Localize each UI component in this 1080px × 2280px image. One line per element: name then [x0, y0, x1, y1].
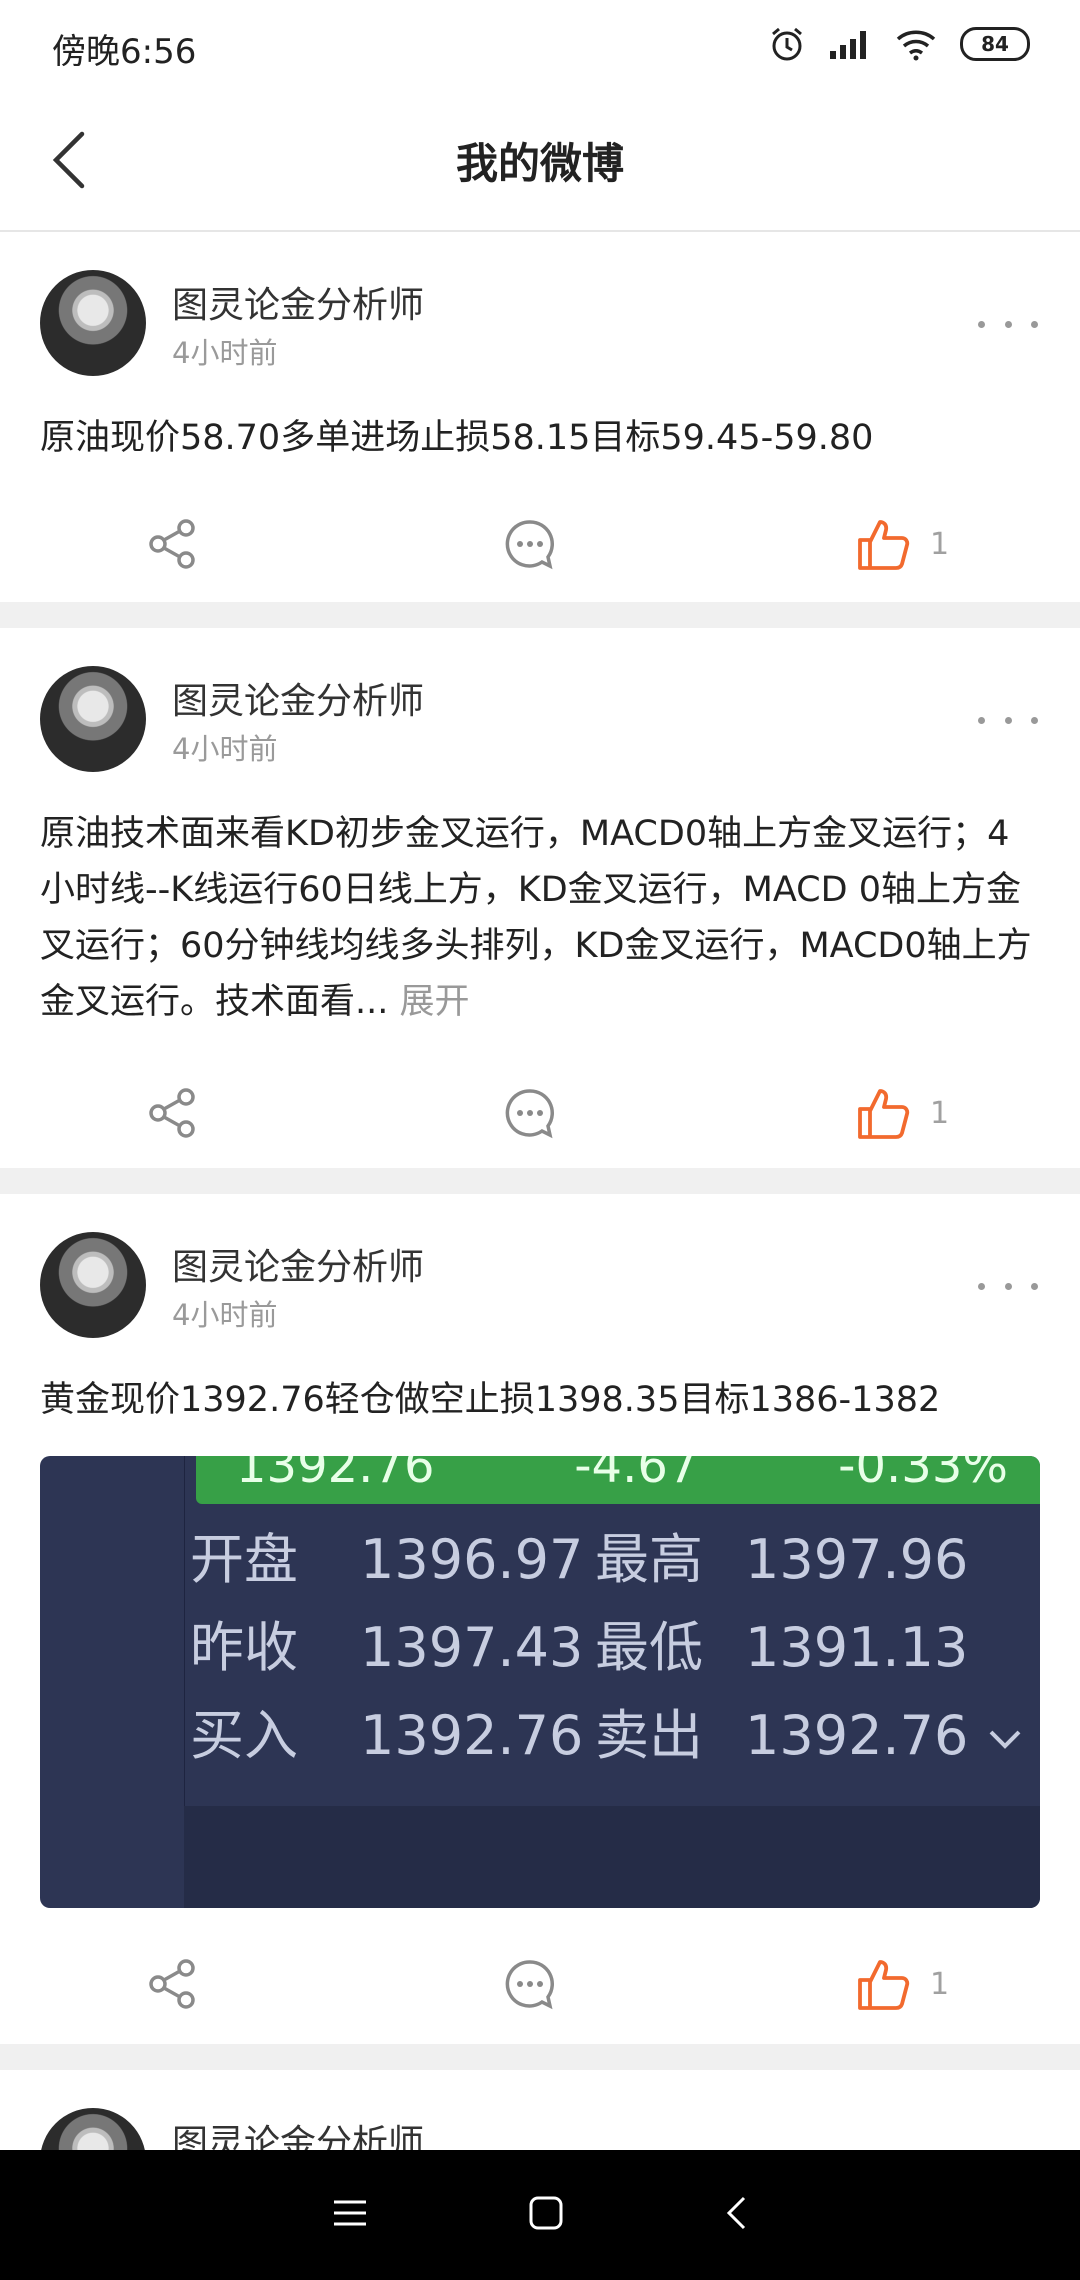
quote-row: 昨收 1397.43 最低 1391.13	[190, 1616, 969, 1679]
post-card: 图灵论金分析师 4小时前 黄金现价1392.76轻仓做空止损1398.35目标1…	[0, 1194, 1080, 2044]
thumbs-up-icon	[858, 1089, 910, 1139]
quote-table: 开盘 1396.97 最高 1397.96 昨收 1397.43 最低 1391.13 买入…	[190, 1516, 1025, 1780]
home-square-icon	[529, 2196, 563, 2230]
post-card: 图灵论金分析师 4小时前 原油技术面来看KD初步金叉运行，MACD0轴上方金叉运…	[0, 628, 1080, 1168]
author-name[interactable]: 图灵论金分析师	[172, 2114, 424, 2150]
quote-row: 买入 1392.76 卖出 1392.76	[190, 1692, 1025, 1780]
like-count: 1	[930, 526, 950, 562]
home-button[interactable]	[528, 2195, 564, 2235]
alarm-icon	[772, 27, 802, 61]
share-icon	[149, 1959, 195, 2009]
post-time: 4小时前	[172, 1298, 278, 1332]
like-count: 1	[930, 1095, 950, 1131]
share-button[interactable]	[146, 1934, 198, 2034]
more-options-button[interactable]	[978, 1276, 1038, 1296]
post-text[interactable]: 原油技术面来看KD初步金叉运行，MACD0轴上方金叉运行；4小时线--K线运行6…	[40, 806, 1040, 1030]
action-bar: 1	[0, 1063, 1080, 1163]
post-image[interactable]: 1392.76 -4.67 -0.33% 开盘 1396.97 最高 1397.96 …	[40, 1456, 1040, 1908]
more-options-button[interactable]	[978, 710, 1038, 730]
avatar[interactable]	[40, 270, 146, 376]
system-back-button[interactable]	[724, 2195, 748, 2235]
menu-button[interactable]	[332, 2198, 368, 2232]
image-footer	[184, 1806, 1040, 1908]
change-value: -4.67	[574, 1456, 699, 1494]
post-text[interactable]: 黄金现价1392.76轻仓做空止损1398.35目标1386-1382	[40, 1372, 1040, 1428]
share-icon	[149, 519, 195, 569]
like-button[interactable]: 1	[856, 1063, 949, 1163]
quote-row: 开盘 1396.97 最高 1397.96	[190, 1528, 969, 1591]
post-time: 4小时前	[172, 732, 278, 766]
share-button[interactable]	[146, 494, 198, 594]
weibo-feed[interactable]: 图灵论金分析师 4小时前 原油现价58.70多单进场止损58.15目标59.45…	[0, 232, 1080, 2150]
status-bar: 傍晚6:56 84	[0, 0, 1080, 90]
status-time: 傍晚6:56	[52, 32, 197, 72]
post-text-body: 原油技术面来看KD初步金叉运行，MACD0轴上方金叉运行；4小时线--K线运行6…	[40, 814, 1032, 1022]
author-name[interactable]: 图灵论金分析师	[172, 672, 424, 724]
avatar[interactable]	[40, 2108, 146, 2150]
page-title: 我的微博	[455, 139, 624, 188]
share-icon	[149, 1088, 195, 1138]
more-options-button[interactable]	[978, 314, 1038, 334]
system-nav-bar	[0, 2150, 1080, 2280]
change-percent: -0.33%	[838, 1456, 1008, 1494]
share-button[interactable]	[146, 1063, 198, 1163]
like-button[interactable]: 1	[856, 494, 949, 594]
like-count: 1	[930, 1966, 950, 2002]
battery-indicator: 84	[960, 27, 1030, 61]
like-button[interactable]: 1	[856, 1934, 949, 2034]
author-name[interactable]: 图灵论金分析师	[172, 1238, 424, 1290]
comment-button[interactable]	[504, 1063, 556, 1163]
comment-icon	[505, 1960, 554, 2010]
signal-icon	[830, 31, 866, 59]
comment-icon	[505, 1089, 554, 1139]
chevron-down-icon	[990, 1730, 1021, 1750]
thumbs-up-icon	[858, 1960, 910, 2010]
action-bar: 1	[0, 1934, 1080, 2034]
action-bar: 1	[0, 494, 1080, 594]
comment-button[interactable]	[504, 494, 556, 594]
post-text[interactable]: 原油现价58.70多单进场止损58.15目标59.45-59.80	[40, 410, 1040, 466]
thumbs-up-icon	[858, 520, 910, 570]
current-price: 1392.76	[236, 1456, 435, 1494]
post-time: 4小时前	[172, 336, 278, 370]
avatar[interactable]	[40, 1232, 146, 1338]
price-change-banner: 1392.76 -4.67 -0.33%	[196, 1456, 1040, 1504]
status-icons: 84	[768, 22, 1030, 66]
wifi-icon	[896, 30, 936, 61]
chevron-left-icon	[726, 2196, 746, 2230]
post-card: 图灵论金分析师	[0, 2070, 1080, 2150]
comment-button[interactable]	[504, 1934, 556, 2034]
post-card: 图灵论金分析师 4小时前 原油现价58.70多单进场止损58.15目标59.45…	[0, 232, 1080, 602]
app-bar: 我的微博	[0, 90, 1080, 232]
comment-icon	[505, 520, 554, 570]
expand-link[interactable]: 展开	[400, 982, 470, 1022]
author-name[interactable]: 图灵论金分析师	[172, 276, 424, 328]
avatar[interactable]	[40, 666, 146, 772]
menu-icon	[334, 2200, 366, 2226]
